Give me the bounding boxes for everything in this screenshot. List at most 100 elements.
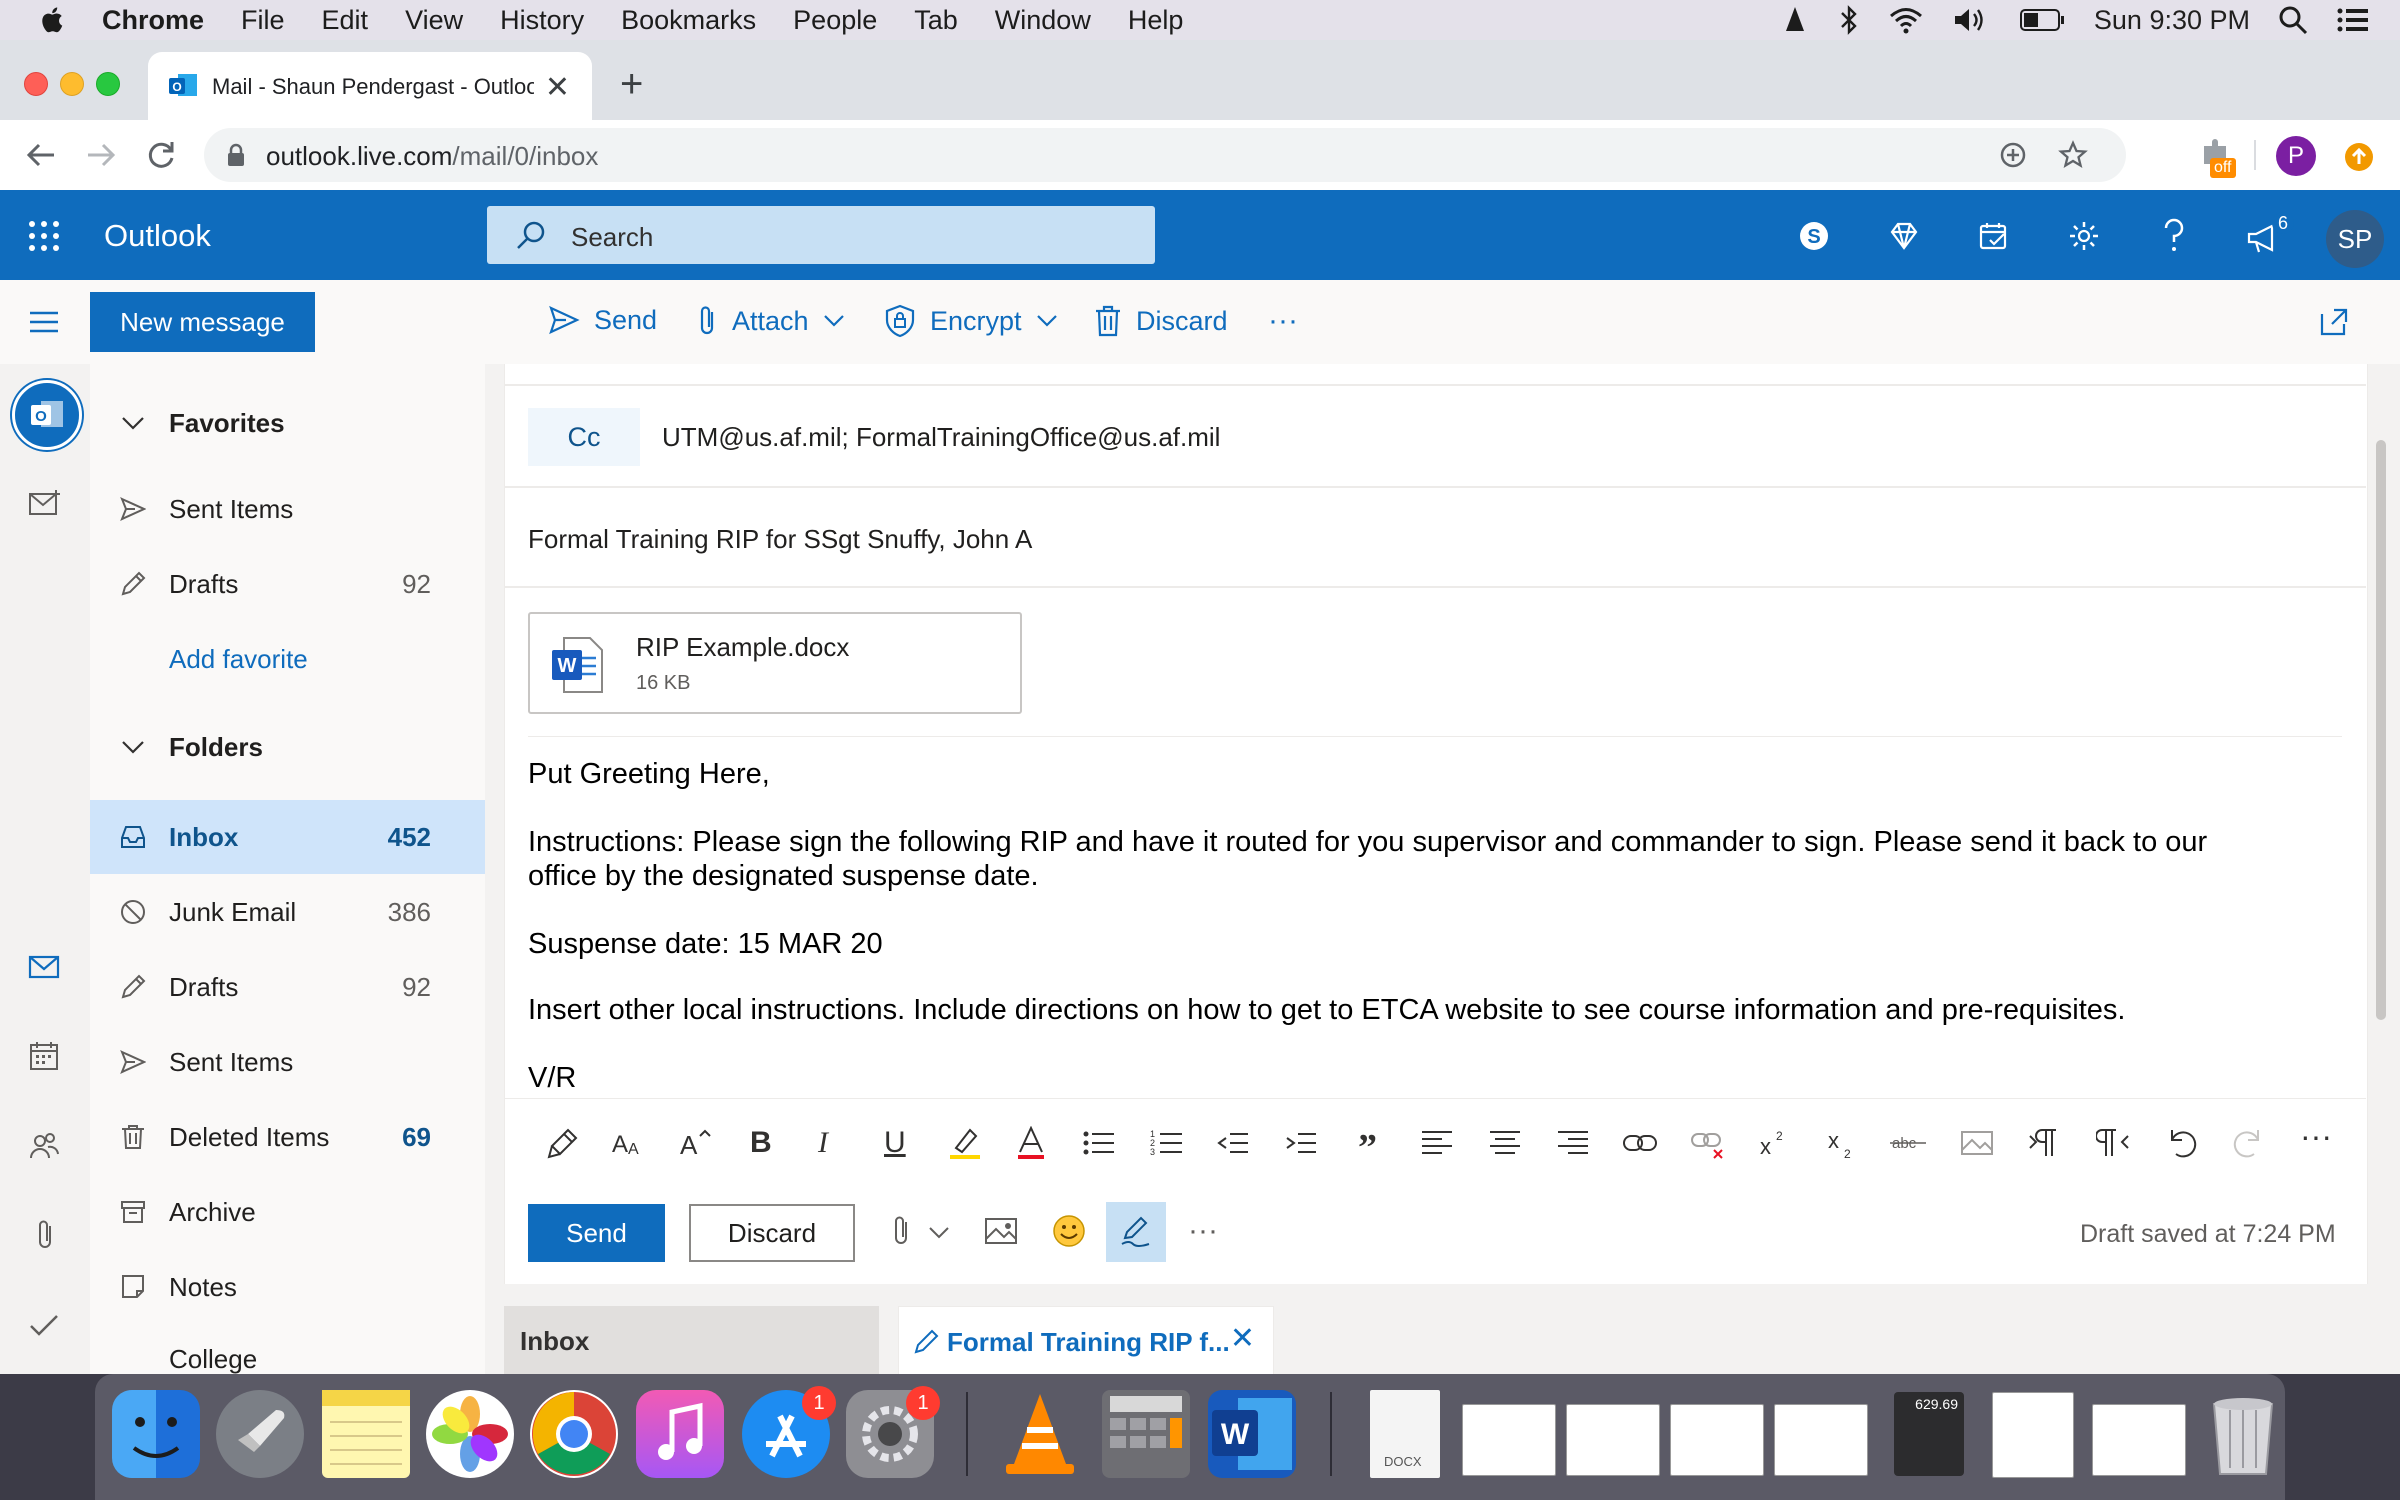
insert-image-icon[interactable]: [984, 1216, 1018, 1246]
window-zoom-button[interactable]: [96, 72, 120, 96]
menu-bookmarks[interactable]: Bookmarks: [621, 5, 756, 36]
send-button[interactable]: Send: [528, 1204, 665, 1262]
back-icon[interactable]: [24, 138, 58, 172]
underline-icon[interactable]: U: [884, 1126, 906, 1160]
folder-inbox[interactable]: Inbox 452: [90, 800, 485, 874]
body-local-instructions[interactable]: Insert other local instructions. Include…: [528, 994, 2125, 1027]
my-day-icon[interactable]: [1978, 220, 2010, 252]
outlook-app-button[interactable]: O: [12, 380, 82, 450]
music-dock-icon[interactable]: [636, 1390, 724, 1478]
spotlight-search-icon[interactable]: [2278, 5, 2308, 35]
folder-deleted-items[interactable]: Deleted Items 69: [90, 1100, 485, 1174]
help-icon[interactable]: [2160, 218, 2188, 254]
lock-icon[interactable]: [226, 143, 246, 167]
discard-command[interactable]: Discard: [1094, 304, 1228, 338]
bluetooth-icon[interactable]: [1838, 5, 1860, 35]
quote-icon[interactable]: ”: [1358, 1126, 1377, 1170]
subscript-icon[interactable]: x2: [1826, 1126, 1860, 1160]
window-thumbnail-3[interactable]: [1670, 1404, 1764, 1476]
italic-icon[interactable]: I: [818, 1126, 828, 1160]
add-shortcut-icon[interactable]: [1998, 140, 2028, 170]
grow-font-icon[interactable]: A: [680, 1126, 714, 1160]
attachment-card[interactable]: W RIP Example.docx 16 KB: [528, 612, 1022, 714]
more-formatting-icon[interactable]: ···: [2300, 1118, 2332, 1155]
font-size-icon[interactable]: AA: [612, 1126, 646, 1160]
new-tab-button[interactable]: +: [620, 62, 643, 107]
vlc-status-icon[interactable]: [1780, 5, 1810, 35]
body-instructions-line-2[interactable]: office by the designated suspense date.: [528, 860, 1039, 893]
menu-view[interactable]: View: [405, 5, 463, 36]
notes-dock-icon[interactable]: [322, 1390, 410, 1478]
wifi-icon[interactable]: [1888, 5, 1924, 35]
folder-junk-email[interactable]: Junk Email 386: [90, 875, 485, 949]
menu-chrome[interactable]: Chrome: [102, 5, 204, 36]
folder-drafts[interactable]: Drafts 92: [90, 950, 485, 1024]
menu-people[interactable]: People: [793, 5, 877, 36]
send-command[interactable]: Send: [548, 304, 657, 336]
more-options-icon[interactable]: ···: [1188, 1214, 1218, 1248]
menu-history[interactable]: History: [500, 5, 584, 36]
bullets-icon[interactable]: [1082, 1126, 1116, 1160]
menu-window[interactable]: Window: [995, 5, 1091, 36]
bookmark-star-icon[interactable]: [2058, 140, 2088, 170]
numbering-icon[interactable]: 123: [1150, 1126, 1184, 1160]
docx-file-dock-icon[interactable]: DOCX: [1370, 1390, 1440, 1478]
encrypt-command[interactable]: Encrypt: [884, 304, 1058, 338]
premium-diamond-icon[interactable]: [1888, 220, 1920, 252]
browser-tab-active[interactable]: O Mail - Shaun Pendergast - Outlook ✕: [148, 52, 592, 120]
files-paperclip-icon[interactable]: [34, 1218, 56, 1252]
menu-clock[interactable]: Sun 9:30 PM: [2094, 5, 2250, 36]
new-message-button[interactable]: New message: [90, 292, 315, 352]
highlight-icon[interactable]: [948, 1126, 982, 1160]
window-close-button[interactable]: [24, 72, 48, 96]
word-window-thumbnail-2[interactable]: [2092, 1404, 2186, 1476]
people-icon[interactable]: [28, 1130, 60, 1162]
menu-tab[interactable]: Tab: [914, 5, 958, 36]
font-color-icon[interactable]: [1014, 1126, 1048, 1160]
window-minimize-button[interactable]: [60, 72, 84, 96]
reload-icon[interactable]: [144, 138, 178, 172]
decrease-indent-icon[interactable]: [1216, 1126, 1250, 1160]
window-thumbnail-4[interactable]: [1774, 1404, 1868, 1476]
favorite-drafts[interactable]: Drafts 92: [90, 547, 485, 621]
attach-command[interactable]: Attach: [696, 304, 845, 338]
word-dock-icon[interactable]: W: [1208, 1390, 1296, 1478]
bold-icon[interactable]: B: [750, 1126, 772, 1160]
vlc-dock-icon[interactable]: [996, 1390, 1084, 1478]
subject-field[interactable]: Formal Training RIP for SSgt Snuffy, Joh…: [528, 524, 1032, 555]
update-arrow-icon[interactable]: [2344, 142, 2374, 172]
calculator-dock-icon[interactable]: [1102, 1390, 1190, 1478]
apple-icon[interactable]: [38, 5, 64, 35]
add-favorite-link[interactable]: Add favorite: [90, 622, 485, 696]
todo-check-icon[interactable]: [28, 1312, 60, 1338]
more-commands-icon[interactable]: ···: [1268, 304, 1298, 338]
pop-out-icon[interactable]: [2318, 306, 2350, 338]
align-right-icon[interactable]: [1556, 1126, 1590, 1160]
close-tab-icon[interactable]: ✕: [1230, 1321, 1255, 1356]
user-avatar[interactable]: SP: [2326, 210, 2384, 268]
search-box[interactable]: Search: [487, 206, 1155, 264]
trash-dock-icon[interactable]: [2206, 1390, 2280, 1478]
favorites-header[interactable]: Favorites: [90, 386, 485, 460]
window-thumbnail-1[interactable]: [1462, 1404, 1556, 1476]
body-suspense-date[interactable]: Suspense date: 15 MAR 20: [528, 928, 883, 961]
outlook-brand[interactable]: Outlook: [104, 218, 211, 254]
volume-icon[interactable]: [1952, 5, 1992, 35]
notification-center-icon[interactable]: [2336, 6, 2370, 34]
forward-icon[interactable]: [84, 138, 118, 172]
menu-help[interactable]: Help: [1128, 5, 1184, 36]
menu-file[interactable]: File: [241, 5, 285, 36]
ltr-icon[interactable]: [2028, 1126, 2062, 1160]
skype-icon[interactable]: S: [1798, 220, 1830, 252]
remove-link-icon[interactable]: [1690, 1126, 1726, 1160]
address-bar[interactable]: outlook.live.com/mail/0/inbox: [204, 128, 2126, 182]
folder-notes[interactable]: Notes: [90, 1250, 485, 1324]
insert-picture-icon[interactable]: [1960, 1126, 1996, 1160]
strikethrough-icon[interactable]: abc: [1890, 1126, 1930, 1160]
extension-button[interactable]: off: [2198, 136, 2238, 180]
chevron-down-icon[interactable]: [928, 1226, 950, 1240]
align-center-icon[interactable]: [1488, 1126, 1522, 1160]
undo-icon[interactable]: [2164, 1126, 2198, 1160]
emoji-icon[interactable]: [1052, 1214, 1086, 1248]
menu-edit[interactable]: Edit: [322, 5, 369, 36]
